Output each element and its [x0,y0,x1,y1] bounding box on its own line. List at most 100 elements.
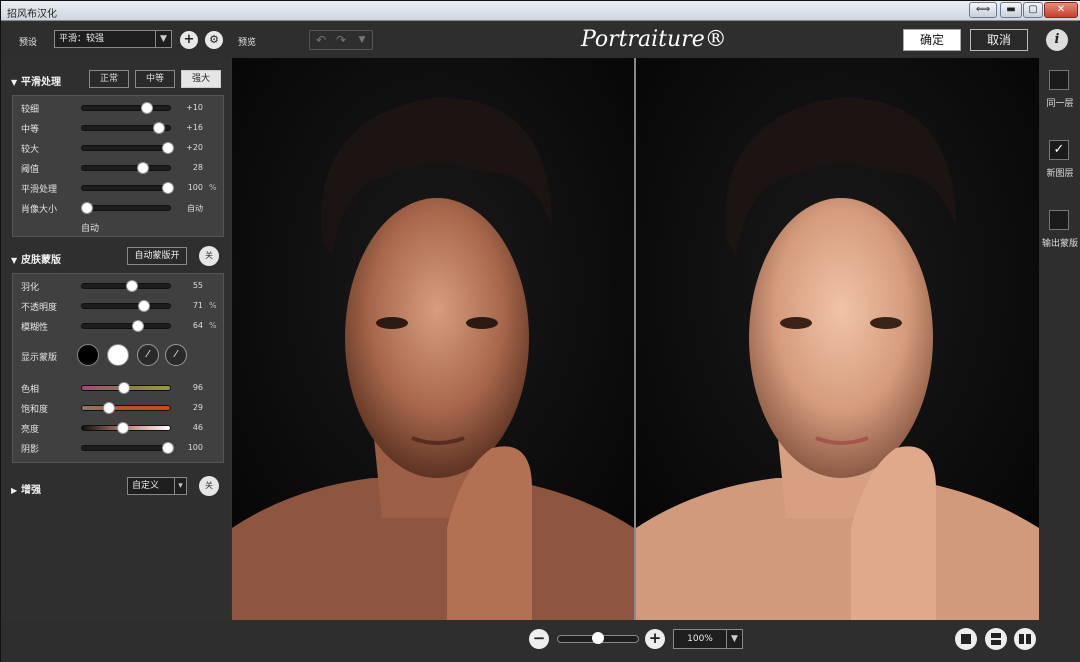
minimize-button[interactable]: ▬ [1000,2,1022,18]
skin_mask.rows-slider[interactable] [81,300,171,312]
output-option-label: 新图层 [1046,169,1074,179]
mode-medium-button[interactable]: 中等 [135,70,175,88]
output-option-checkbox[interactable] [1049,210,1069,230]
zoom-out-button[interactable]: − [529,629,549,649]
smoothing.rows-slider-thumb[interactable] [137,162,150,174]
auto-mask-button[interactable]: 自动蒙版开 [127,247,187,265]
split-vertical-icon[interactable] [1014,628,1036,650]
preview-area[interactable] [232,58,1039,620]
skin_mask.color_rows-value: 46 [192,423,203,432]
mask-off-button[interactable]: 关 [199,246,219,266]
mask-color-black-swatch[interactable] [77,344,99,366]
smoothing.rows-slider-thumb[interactable] [162,182,175,194]
smoothing.rows-value: +10 [186,103,203,112]
skin_mask.color_rows-value: 100 [187,443,203,452]
skin_mask.rows-slider-thumb[interactable] [138,300,151,312]
zoom-value: 100% [687,634,713,644]
smoothing.rows-slider[interactable] [80,202,171,214]
skin_mask.color_rows-label: 阴影 [21,445,40,455]
enhance-off-button[interactable]: 关 [199,476,219,496]
smoothing.rows-value: +20 [186,143,203,152]
split-horizontal-icon[interactable] [985,628,1007,650]
skin_mask.rows-slider[interactable] [81,320,171,332]
skin_mask.color_rows-label: 亮度 [21,425,40,435]
skin_mask.color_rows-slider[interactable] [81,402,171,414]
gear-icon[interactable]: ⚙ [205,31,223,49]
skin_mask.color_rows-slider[interactable] [81,382,171,394]
smoothing.rows-slider-thumb[interactable] [80,202,93,214]
close-button[interactable]: ✕ [1044,2,1078,18]
smoothing.rows-value: 100 [187,183,203,192]
skin_mask.color_rows-slider-thumb[interactable] [103,402,115,414]
ok-button[interactable]: 确定 [903,29,961,51]
single-view-icon[interactable] [955,628,977,650]
chevron-down-icon: ▼ [726,630,742,648]
output-panel: 同一层 ✓ 新图层 输出蒙版 [1039,58,1080,620]
resize-button[interactable]: ⟺ [969,2,997,18]
skin_mask.color_rows-slider[interactable] [81,422,171,434]
skin_mask.color_rows-slider-thumb[interactable] [162,442,175,454]
skin_mask.color_rows-slider[interactable] [81,442,175,454]
eyedropper-icon[interactable]: ⁄ [137,344,159,366]
skin_mask.rows-slider[interactable] [81,280,171,292]
skin-mask-section-header[interactable]: ▼ 皮肤蒙版 [11,251,61,266]
zoom-in-button[interactable]: + [645,629,665,649]
smoothing.rows-slider[interactable] [81,142,175,154]
skin_mask.color_rows-value: 96 [192,383,203,392]
expand-triangle-icon: ▼ [11,256,18,265]
smoothing.rows-label: 较细 [21,105,40,115]
undo-icon[interactable]: ↶ [311,33,331,47]
redo-icon[interactable]: ↷ [331,33,351,47]
smoothing.rows-slider[interactable] [81,182,175,194]
output-option-checkbox[interactable] [1049,70,1069,90]
preset-select[interactable]: 平滑：较强 ▼ [54,30,172,48]
smoothing.rows-unit: % [209,183,217,192]
smoothing.rows-value: 自动 [187,204,203,213]
zoom-slider[interactable] [557,632,639,644]
mask-color-white-swatch[interactable] [107,344,129,366]
preview-label: 预览 [238,38,257,48]
toolbar: 预设 平滑：较强 ▼ + ⚙ 预览 ↶ ↷ ▼ Portraiture® 3 确… [1,22,1080,88]
skin_mask.rows-slider-thumb[interactable] [131,320,144,332]
zoom-slider-thumb[interactable] [592,632,604,644]
cancel-button[interactable]: 取消 [970,29,1028,51]
smoothing-section-header[interactable]: ▼ 平滑处理 [11,73,61,88]
enhance-title: 增强 [21,485,41,496]
smoothing.rows-slider-thumb[interactable] [162,142,175,154]
smoothing.rows-slider-thumb[interactable] [152,122,165,134]
history-chevron-icon[interactable]: ▼ [352,35,372,45]
chevron-down-icon: ▼ [155,31,171,47]
smoothing.rows-slider-thumb[interactable] [140,102,153,114]
mode-strong-button[interactable]: 强大 [181,70,221,88]
skin_mask.color_rows-label: 色相 [21,385,40,395]
maximize-button[interactable]: ▢ [1023,2,1043,18]
zoom-select[interactable]: 100% ▼ [673,629,743,649]
smoothing-group: 较细 +10 中等 +16 较大 +20 阈值 28 平滑处理 100% 肖像大小 自动 自动 [12,95,224,237]
smoothing.rows-slider[interactable] [81,162,171,174]
enhance-preset-select[interactable]: 自定义 ▾ [127,477,187,495]
mode-normal-button[interactable]: 正常 [89,70,129,88]
smoothing.rows-slider[interactable] [81,102,171,114]
skin_mask.rows-value: 55 [192,281,203,290]
skin_mask.color_rows-slider-thumb[interactable] [117,422,130,434]
eyedropper-plus-icon[interactable]: ⁄ [165,344,187,366]
output-option-checkbox[interactable]: ✓ [1049,140,1069,160]
brand-logo: Portraiture® 3 [581,27,727,88]
undo-redo-group: ↶ ↷ ▼ [309,30,373,50]
info-icon[interactable]: i [1046,29,1068,51]
smoothing.rows-value: 28 [192,163,203,172]
skin_mask.color_rows-value: 29 [192,403,203,412]
enhance-section-header[interactable]: ▶ 增强 [11,481,41,496]
smoothing.rows-value: +16 [186,123,203,132]
skin_mask.color_rows-slider-thumb[interactable] [118,382,131,394]
smoothing.rows-label: 较大 [21,145,40,155]
smoothing.rows-slider[interactable] [81,122,171,134]
window-title: 招风布汉化 [7,9,57,20]
chevron-down-icon: ▾ [174,478,186,494]
portrait-size-auto-note: 自动 [81,224,100,234]
title-bar: 招风布汉化 ⟺ ▬ ▢ ✕ [1,1,1080,21]
add-preset-button[interactable]: + [180,31,198,49]
skin_mask.rows-unit: % [209,321,217,330]
collapse-triangle-icon: ▶ [11,486,18,495]
skin_mask.rows-slider-thumb[interactable] [125,280,138,292]
